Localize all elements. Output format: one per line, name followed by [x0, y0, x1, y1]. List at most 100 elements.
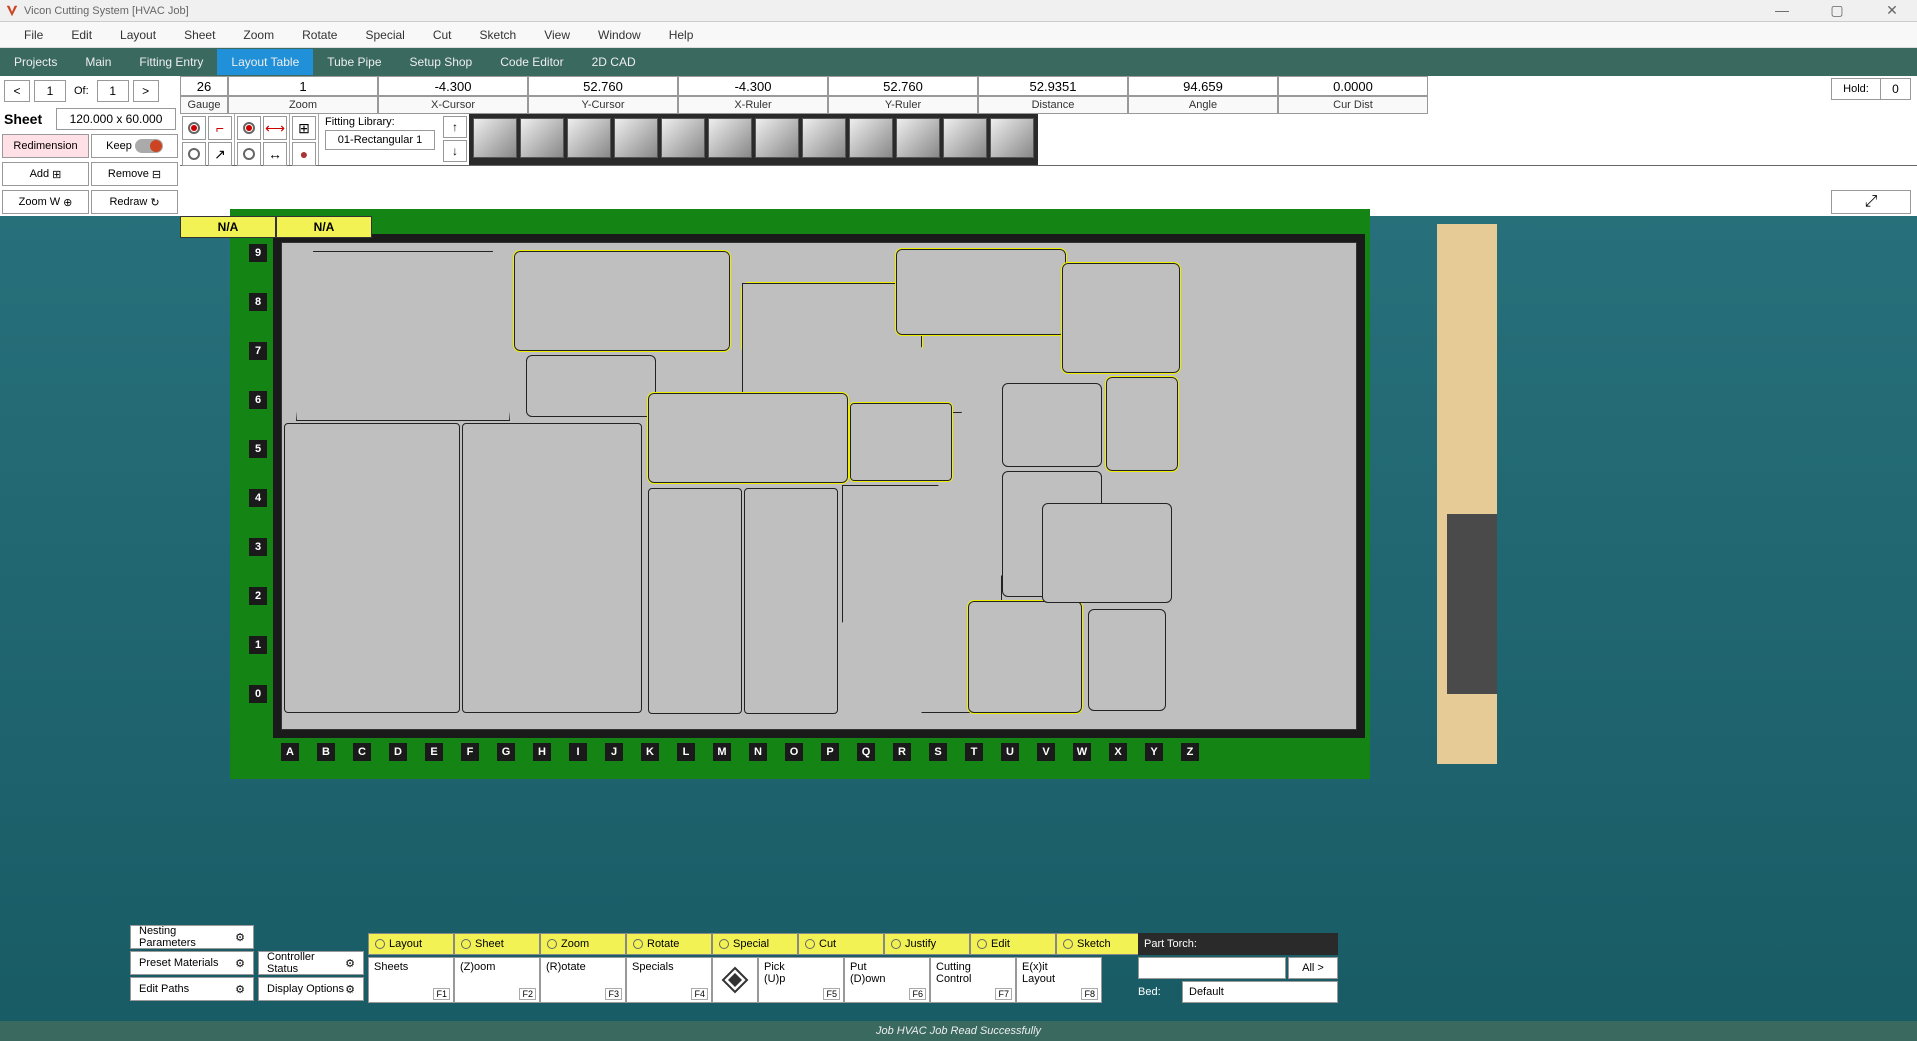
- menu-view[interactable]: View: [530, 24, 584, 46]
- mode-rotate[interactable]: Rotate: [626, 933, 712, 955]
- fitting-shape-1[interactable]: [520, 118, 564, 158]
- fitting-shape-3[interactable]: [614, 118, 658, 158]
- fkey-f2[interactable]: (Z)oomF2: [454, 957, 540, 1003]
- readout-cur-dist-value: 0.0000: [1278, 76, 1428, 96]
- width-snap-icon[interactable]: ↔: [263, 142, 287, 166]
- snap-radio-off-2[interactable]: [237, 142, 261, 166]
- mode-sketch[interactable]: Sketch: [1056, 933, 1142, 955]
- close-button[interactable]: ✕: [1872, 2, 1912, 19]
- menu-cut[interactable]: Cut: [419, 24, 466, 46]
- preset-materials-button[interactable]: Preset Materials⚙: [130, 951, 254, 975]
- record-icon[interactable]: ●: [292, 142, 316, 166]
- mode-special[interactable]: Special: [712, 933, 798, 955]
- fkey-f1[interactable]: SheetsF1: [368, 957, 454, 1003]
- fitting-library: Fitting Library: 01-Rectangular 1: [319, 114, 441, 165]
- mode-zoom[interactable]: Zoom: [540, 933, 626, 955]
- fitting-shape-4[interactable]: [661, 118, 705, 158]
- menu-zoom[interactable]: Zoom: [229, 24, 288, 46]
- readout-cur-dist-label: Cur Dist: [1278, 96, 1428, 114]
- ruler-v-8: 8: [249, 293, 267, 311]
- fkey-f7[interactable]: CuttingControlF7: [930, 957, 1016, 1003]
- tab-projects[interactable]: Projects: [0, 49, 71, 75]
- fkey-f3[interactable]: (R)otateF3: [540, 957, 626, 1003]
- options-panel-left: Nesting Parameters⚙Preset Materials⚙Edit…: [130, 925, 254, 1003]
- mode-cut[interactable]: Cut: [798, 933, 884, 955]
- fitting-shape-8[interactable]: [849, 118, 893, 158]
- menu-rotate[interactable]: Rotate: [288, 24, 351, 46]
- minimize-button[interactable]: —: [1762, 2, 1802, 19]
- menu-special[interactable]: Special: [351, 24, 418, 46]
- fkey-f5[interactable]: Pick(U)pF5: [758, 957, 844, 1003]
- fitting-shape-2[interactable]: [567, 118, 611, 158]
- keep-button[interactable]: Keep: [91, 134, 178, 158]
- ruler-h-D: D: [389, 743, 407, 761]
- nav-diamond-icon[interactable]: [712, 957, 758, 1003]
- grid-icon[interactable]: ⊞: [292, 116, 316, 140]
- redimension-button[interactable]: Redimension: [2, 134, 89, 158]
- edit-paths-button[interactable]: Edit Paths⚙: [130, 977, 254, 1001]
- readout-y-cursor-label: Y-Cursor: [528, 96, 678, 114]
- menu-edit[interactable]: Edit: [57, 24, 106, 46]
- menu-help[interactable]: Help: [655, 24, 708, 46]
- fitting-shape-7[interactable]: [802, 118, 846, 158]
- ruler-h-K: K: [641, 743, 659, 761]
- menu-sheet[interactable]: Sheet: [170, 24, 229, 46]
- part-torch-label: Part Torch:: [1138, 933, 1338, 955]
- library-down-button[interactable]: ↓: [443, 140, 467, 162]
- mode-justify[interactable]: Justify: [884, 933, 970, 955]
- current-sheet-number[interactable]: 1: [34, 80, 66, 102]
- add-button[interactable]: Add⊞: [2, 162, 89, 186]
- fitting-shape-9[interactable]: [896, 118, 940, 158]
- snap-radio-on-2[interactable]: [237, 116, 261, 140]
- ruler-v-2: 2: [249, 587, 267, 605]
- redraw-button[interactable]: Redraw↻: [91, 190, 178, 214]
- center-snap-icon[interactable]: ⟷: [263, 116, 287, 140]
- snap-arrow-icon[interactable]: ↗: [208, 142, 232, 166]
- snap-radio-off[interactable]: [182, 142, 206, 166]
- ruler-v-6: 6: [249, 391, 267, 409]
- snap-axis-icon[interactable]: ⌐: [208, 116, 232, 140]
- nesting-parameters-button[interactable]: Nesting Parameters⚙: [130, 925, 254, 949]
- library-up-button[interactable]: ↑: [443, 116, 467, 138]
- zoom-w-button[interactable]: Zoom W⊕: [2, 190, 89, 214]
- sheet-dimensions[interactable]: 120.000 x 60.000: [56, 108, 176, 130]
- fitting-shape-0[interactable]: [473, 118, 517, 158]
- mode-edit[interactable]: Edit: [970, 933, 1056, 955]
- ruler-h-B: B: [317, 743, 335, 761]
- tab-fitting-entry[interactable]: Fitting Entry: [125, 49, 217, 75]
- tab-2d-cad[interactable]: 2D CAD: [578, 49, 650, 75]
- fitting-shape-5[interactable]: [708, 118, 752, 158]
- hold-value: 0: [1880, 79, 1910, 99]
- mode-sheet[interactable]: Sheet: [454, 933, 540, 955]
- menu-file[interactable]: File: [10, 24, 57, 46]
- tab-code-editor[interactable]: Code Editor: [486, 49, 577, 75]
- fkey-f8[interactable]: E(x)itLayoutF8: [1016, 957, 1102, 1003]
- tab-tube-pipe[interactable]: Tube Pipe: [313, 49, 395, 75]
- torch-select[interactable]: [1138, 957, 1286, 979]
- fitting-shape-6[interactable]: [755, 118, 799, 158]
- controller-status-button[interactable]: Controller Status⚙: [258, 951, 364, 975]
- remove-button[interactable]: Remove⊟: [91, 162, 178, 186]
- tab-setup-shop[interactable]: Setup Shop: [396, 49, 487, 75]
- expand-button[interactable]: ⤢: [1831, 190, 1911, 214]
- next-sheet-button[interactable]: >: [133, 80, 159, 102]
- sheet-surface[interactable]: [281, 242, 1357, 730]
- fitting-shape-11[interactable]: [990, 118, 1034, 158]
- fitting-library-select[interactable]: 01-Rectangular 1: [325, 130, 435, 150]
- torch-all-button[interactable]: All >: [1288, 957, 1338, 979]
- menu-window[interactable]: Window: [584, 24, 655, 46]
- bed-select[interactable]: Default: [1182, 981, 1338, 1003]
- fitting-shape-10[interactable]: [943, 118, 987, 158]
- maximize-button[interactable]: ▢: [1817, 2, 1857, 19]
- snap-radio-on[interactable]: [182, 116, 206, 140]
- fkey-f6[interactable]: Put(D)ownF6: [844, 957, 930, 1003]
- cutting-canvas[interactable]: 9876543210 ABCDEFGHIJKLMNOPQRSTUVWXYZ: [245, 224, 1355, 764]
- display-options-button[interactable]: Display Options⚙: [258, 977, 364, 1001]
- tab-main[interactable]: Main: [71, 49, 125, 75]
- prev-sheet-button[interactable]: <: [4, 80, 30, 102]
- mode-layout[interactable]: Layout: [368, 933, 454, 955]
- menu-sketch[interactable]: Sketch: [466, 24, 531, 46]
- menu-layout[interactable]: Layout: [106, 24, 170, 46]
- fkey-f4[interactable]: SpecialsF4: [626, 957, 712, 1003]
- tab-layout-table[interactable]: Layout Table: [217, 49, 313, 75]
